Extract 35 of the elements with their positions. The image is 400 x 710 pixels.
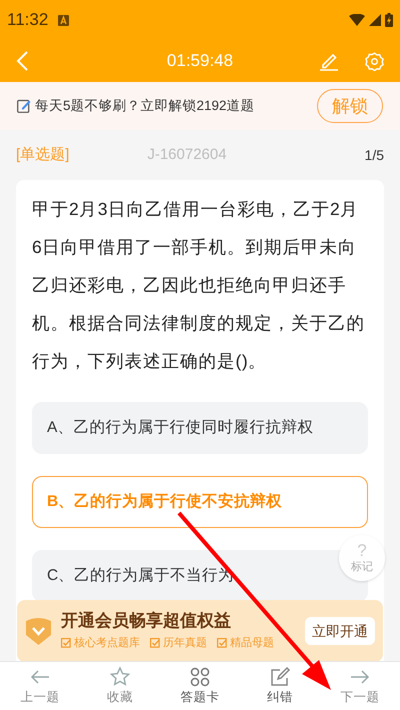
question-code: J-16072604 [147, 144, 227, 165]
notification-icon [58, 14, 70, 26]
timer: 01:59:48 [166, 50, 234, 72]
vip-feature: 精品母题 [230, 636, 274, 651]
signal-icon [369, 14, 381, 26]
open-membership-button[interactable]: 立即开通 [305, 617, 375, 645]
edit-icon[interactable] [269, 666, 291, 688]
checkbox-icon [61, 638, 71, 648]
edit-note-icon [17, 99, 31, 113]
back-icon[interactable] [16, 51, 28, 71]
status-time: 11:32 [7, 9, 48, 32]
nav-item-label[interactable]: 纠错 [267, 688, 293, 706]
answer-option[interactable]: A、乙的行为属于行使同时履行抗辩权 [32, 402, 368, 454]
pencil-icon[interactable] [319, 51, 339, 71]
nav-item-label[interactable]: 答题卡 [180, 688, 220, 706]
question-type: [单选题] [16, 144, 70, 165]
settings-icon[interactable] [365, 52, 384, 70]
grid-icon[interactable] [189, 666, 211, 688]
vip-feature: 历年真题 [163, 636, 207, 651]
vip-title: 开通会员畅享超值权益 [61, 610, 232, 631]
unlock-button[interactable]: 解锁 [317, 89, 383, 123]
star-icon[interactable] [109, 666, 131, 688]
wifi-icon [349, 14, 365, 26]
nav-item-label[interactable]: 收藏 [107, 688, 133, 706]
vip-feature: 核心考点题库 [74, 636, 140, 651]
question-counter: 1/5 [364, 146, 384, 164]
crown-badge-icon [25, 616, 52, 646]
nav-item-label[interactable]: 上一题 [20, 688, 60, 706]
question-text: 甲于2月3日向乙借用一台彩电，乙于2月6日向甲借用了一部手机。到期后甲未向乙归还彩电，乙因此也拒绝向甲归还手机。根据合同法律制度的规定，关于乙的行为，下列表述正确的是()。 [32, 198, 366, 373]
unlock-promo-text: 每天5题不够刷？立即解锁2192道题 [35, 96, 255, 115]
battery-icon [385, 13, 393, 27]
checkbox-icon [150, 638, 160, 648]
checkbox-icon [217, 638, 227, 648]
nav-item-label[interactable]: 下一题 [340, 688, 380, 706]
answer-option[interactable]: B、乙的行为属于行使不安抗辩权 [32, 476, 368, 528]
